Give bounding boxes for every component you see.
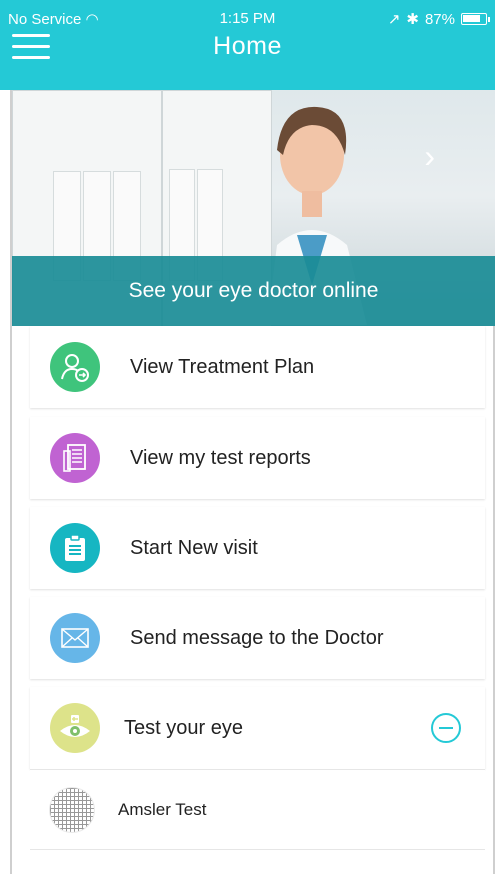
sub-item-label: Amsler Test [118,799,207,819]
menu-item-label: View my test reports [130,446,311,469]
menu-item-send-message[interactable]: Send message to the Doctor [30,597,485,679]
menu-item-treatment-plan[interactable]: View Treatment Plan [30,326,485,408]
amsler-grid-icon [50,787,94,832]
menu-item-test-your-eye[interactable]: Test your eye [30,687,485,769]
location-arrow-icon: ↗ [387,11,401,28]
envelope-icon [50,613,100,663]
hero-banner[interactable]: › See your eye doctor online [12,90,495,326]
menu-item-start-new-visit[interactable]: Start New visit [30,507,485,589]
clipboard-icon [50,523,100,573]
battery-level [463,15,481,22]
sub-item-amsler-test[interactable]: Amsler Test [30,769,485,849]
menu-item-test-reports[interactable]: View my test reports [30,417,485,499]
banner-caption: See your eye doctor online [12,256,495,326]
menu-item-label: Test your eye [124,716,243,739]
report-icon [50,433,100,483]
collapse-minus-icon[interactable] [431,713,461,743]
page-title: Home [213,32,282,60]
battery-percent: 87% [424,10,455,28]
menu-item-label: Send message to the Doctor [130,626,384,649]
sub-item-partial[interactable] [30,849,485,874]
battery-icon [461,13,490,25]
top-header: No Service ◠ 1:15 PM ↗ ✱ 87% Home [0,0,495,90]
bluetooth-icon: ✱ [406,11,419,28]
menu-item-label: View Treatment Plan [130,355,315,378]
eye-icon [50,703,100,753]
chevron-right-icon[interactable]: › [424,138,435,175]
user-arrow-icon [50,342,100,392]
status-right: ↗ ✱ 87% [387,10,490,28]
status-bar: No Service ◠ 1:15 PM ↗ ✱ 87% [0,10,495,28]
home-menu-list: View Treatment Plan View my test reports… [30,326,485,874]
menu-item-label: Start New visit [130,536,258,559]
